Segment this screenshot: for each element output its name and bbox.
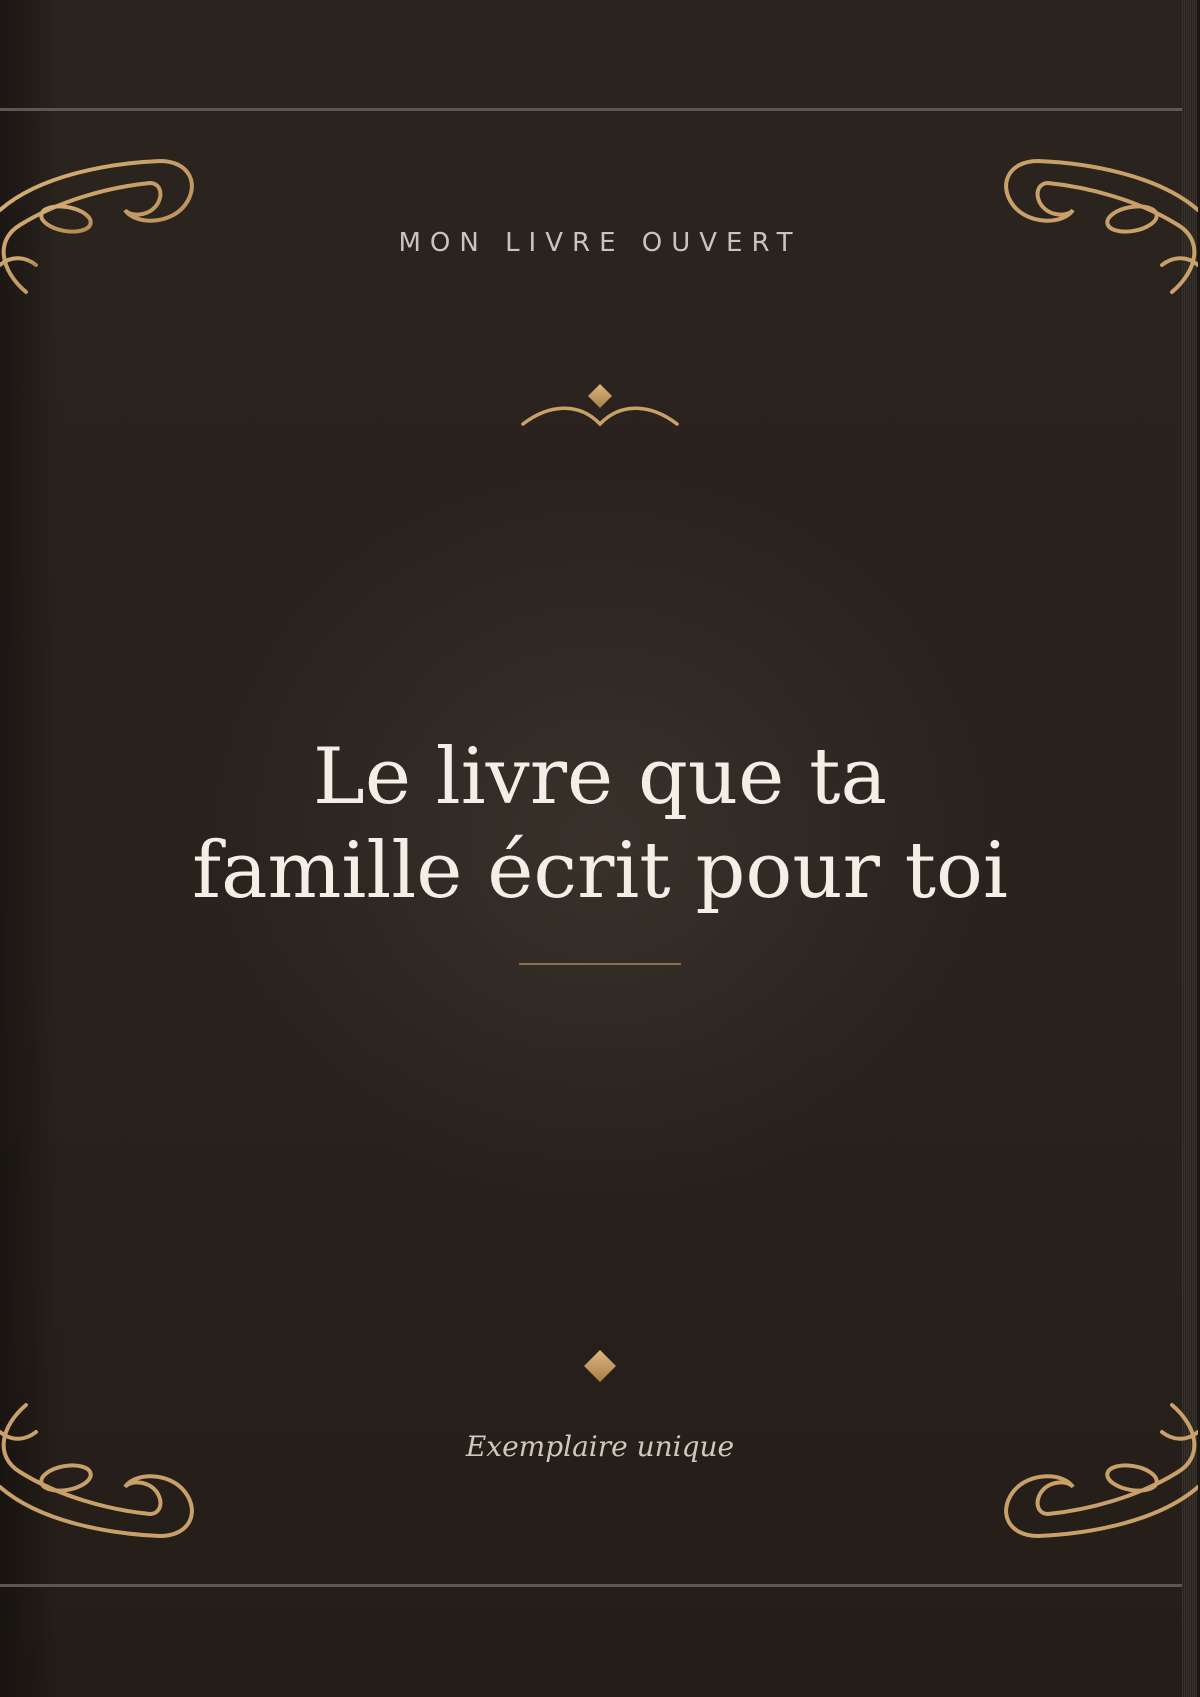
diamond-ornament-icon: [584, 1350, 616, 1382]
flourish-ornament-icon: [1004, 1403, 1198, 1539]
edition-label: Exemplaire unique: [465, 1430, 735, 1463]
crest-ornament-icon: [521, 384, 679, 427]
top-rule: [0, 108, 1182, 111]
brand-name: MON LIVRE OUVERT: [398, 228, 802, 258]
bottom-rule: [0, 1584, 1182, 1587]
book-title-line: Le livre que ta: [313, 732, 887, 822]
book-title: Le livre que ta famille écrit pour toi: [0, 730, 1200, 918]
book-cover: MON LIVRE OUVERT Le livre que ta famille…: [0, 0, 1200, 1697]
book-title-line: famille écrit pour toi: [192, 826, 1008, 916]
flourish-ornament-icon: [0, 1403, 194, 1539]
title-divider: [519, 963, 681, 965]
